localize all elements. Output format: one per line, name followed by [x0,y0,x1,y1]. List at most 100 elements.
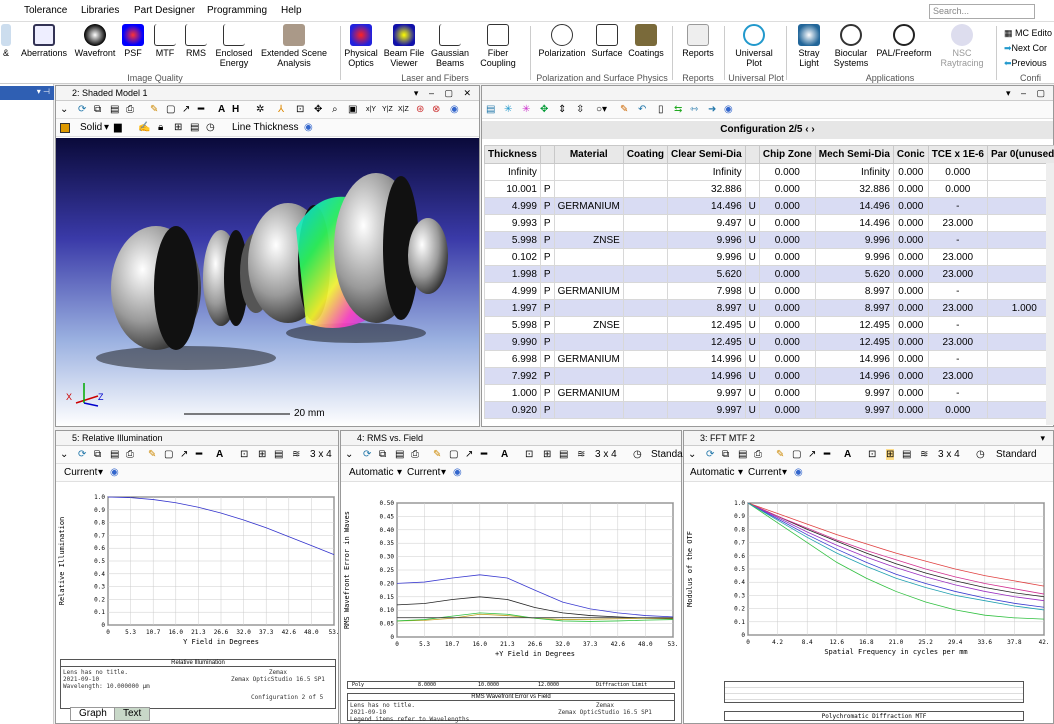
table-cell[interactable]: - [927,316,988,334]
print-icon[interactable]: ⎙ [411,449,419,460]
text-tool-icon[interactable]: A [218,104,225,115]
table-cell[interactable]: 0.000 [758,180,816,198]
lock-icon[interactable]: 🔒︎ [158,122,163,133]
layers-icon[interactable]: ≋ [292,449,300,460]
table-cell[interactable] [744,180,760,198]
table-cell[interactable]: P [539,282,555,300]
table-cell[interactable]: 9.996 [667,248,746,266]
axes-icon[interactable]: ⅄ [278,104,284,115]
table-cell[interactable]: 14.996 [667,350,746,368]
table-cell[interactable]: 0.000 [758,401,816,419]
copy-icon[interactable]: ⧉ [94,449,101,460]
table-cell[interactable] [744,265,760,283]
table-cell[interactable] [622,282,669,300]
table-cell[interactable]: 0.000 [758,299,816,317]
table-row[interactable]: 5.998 P ZNSE 9.996 U 0.000 9.996 0.000- [484,231,1054,249]
pal-freeform-button[interactable]: PAL/Freeform [876,24,932,58]
table-cell[interactable]: 23.000 [927,367,988,385]
table-cell[interactable]: 32.886 [814,180,894,198]
lde-tool-icon[interactable]: ✳ [522,104,530,115]
table-row[interactable]: 0.102 P 9.996 U 0.000 9.996 0.000 23.000 [484,248,1054,266]
table-cell[interactable]: U [744,401,760,419]
rectangle-icon[interactable]: ▢ [164,449,173,460]
text-tool-icon[interactable]: A [844,449,851,460]
column-header[interactable]: Chip Zone [758,145,816,164]
help-icon[interactable]: ◉ [450,104,459,115]
table-cell[interactable]: 0.000 [892,401,929,419]
window-controls[interactable]: ▾ [1040,431,1049,445]
table-cell[interactable]: 8.997 [814,299,894,317]
table-cell[interactable]: 12.495 [814,316,894,334]
pencil-icon[interactable]: ✎ [776,449,784,460]
table-cell[interactable]: 7.998 [667,282,746,300]
table-cell[interactable]: 0.000 [892,163,929,181]
menu-libraries[interactable]: Libraries [81,5,119,16]
automatic-select[interactable]: Automatic [690,467,734,478]
table-cell[interactable]: GERMANIUM [553,384,624,402]
table-row[interactable]: 0.920 P 9.997 U 0.000 9.997 0.000 0.000 [484,401,1054,419]
table-cell[interactable]: U [744,248,760,266]
table-cell[interactable] [986,265,1054,283]
help-circle-icon[interactable]: ◉ [794,467,803,478]
rms-button[interactable]: RMS [183,24,209,58]
table-row[interactable]: Infinity Infinity 0.000 Infinity 0.000 0.000 [484,163,1054,181]
layout-select[interactable]: 3 x 4 [938,449,960,460]
table-cell[interactable]: GERMANIUM [553,197,624,215]
fiber-coupling-button[interactable]: Fiber Coupling [474,24,522,68]
refresh-icon[interactable]: ⟳ [363,449,371,460]
settings-chevron-icon[interactable]: ⌄ [60,104,68,115]
table-cell[interactable]: P [539,180,555,198]
table-cell[interactable] [622,401,669,419]
table-cell[interactable]: 23.000 [927,299,988,317]
table-row[interactable]: 9.990 P 12.495 U 0.000 12.495 0.000 23.000 [484,333,1054,351]
table-cell[interactable]: 0.000 [758,367,816,385]
table-row[interactable]: 5.998 P ZNSE 12.495 U 0.000 12.495 0.000- [484,316,1054,334]
frame-icon[interactable]: ⊞ [258,449,266,460]
line-thickness-select[interactable]: Line Thickness [232,122,299,133]
psf-button[interactable]: PSF [120,24,146,58]
save-icon[interactable]: ▤ [110,104,119,115]
table-row[interactable]: 4.999 P GERMANIUM 7.998 U 0.000 8.997 0.000- [484,282,1054,300]
table-cell[interactable]: GERMANIUM [553,282,624,300]
polarization-button[interactable]: Polarization [536,24,588,58]
table-cell[interactable]: 0.000 [892,367,929,385]
table-cell[interactable] [622,197,669,215]
table-cell[interactable]: 0.000 [892,333,929,351]
table-cell[interactable]: 14.496 [667,197,746,215]
table-cell[interactable] [986,384,1054,402]
table-cell[interactable]: 0.000 [758,214,816,232]
help-circle-icon[interactable]: ◉ [453,467,462,478]
table-cell[interactable] [553,401,624,419]
lde-tool-icon[interactable]: ⇿ [690,104,698,115]
table-cell[interactable]: - [927,231,988,249]
table-cell[interactable] [622,316,669,334]
table-cell[interactable] [622,214,669,232]
zoom-icon[interactable]: ⌕ [332,104,338,115]
line-icon[interactable]: ↗ [465,449,473,460]
table-cell[interactable] [986,163,1054,181]
table-cell[interactable]: 10.001 [484,180,541,198]
previous-config-button[interactable]: ⬅Previous [1004,56,1052,71]
table-cell[interactable] [986,282,1054,300]
lde-tool-icon[interactable]: ⇳ [576,104,584,115]
table-cell[interactable] [622,231,669,249]
table-cell[interactable]: P [539,197,555,215]
next-config-button[interactable]: ➡Next Cor [1004,41,1052,56]
circle-dropdown-icon[interactable]: ○▾ [596,104,607,115]
table-cell[interactable]: 9.997 [667,384,746,402]
settings-chevron-icon[interactable]: ⌄ [345,449,353,460]
system-explorer-titlebar[interactable]: ▾ ⊣ [0,86,54,100]
rectangle-icon[interactable]: ▢ [449,449,458,460]
table-cell[interactable]: - [927,350,988,368]
lde-tool-icon[interactable]: ▯ [658,104,664,115]
save-icon[interactable]: ▤ [395,449,404,460]
reports-button[interactable]: Reports [678,24,718,58]
text-tool-icon[interactable]: A [216,449,223,460]
automatic-select[interactable]: Automatic [349,467,393,478]
table-cell[interactable]: 23.000 [927,265,988,283]
table-cell[interactable]: U [744,214,760,232]
table-cell[interactable]: 6.998 [484,350,541,368]
table-cell[interactable]: 14.496 [814,214,894,232]
table-cell[interactable]: - [927,282,988,300]
table-cell[interactable]: 23.000 [927,248,988,266]
